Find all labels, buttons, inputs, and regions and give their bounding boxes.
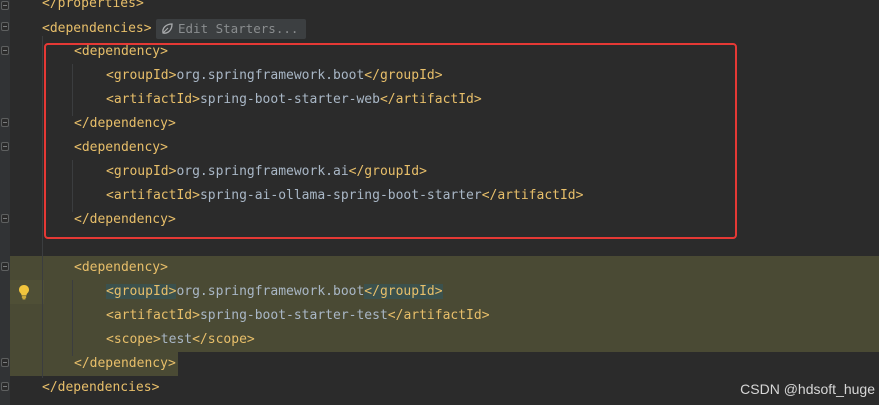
- xml-tag: <scope>: [106, 332, 161, 347]
- fold-marker[interactable]: [1, 118, 9, 127]
- code-line[interactable]: <dependencies>: [42, 17, 152, 41]
- fold-marker[interactable]: [1, 1, 9, 10]
- fold-marker[interactable]: [1, 22, 9, 31]
- xml-tag: </scope>: [192, 332, 255, 347]
- code-line[interactable]: <groupId>org.springframework.boot</group…: [106, 280, 443, 304]
- fold-marker[interactable]: [1, 382, 9, 391]
- code-line[interactable]: <scope>test</scope>: [106, 328, 255, 352]
- xml-text: org.springframework.boot: [176, 284, 365, 299]
- annotation-box: [44, 43, 737, 239]
- code-line[interactable]: </dependency>: [74, 352, 176, 376]
- xml-tag: <dependencies>: [42, 21, 152, 36]
- watermark: CSDN @hdsoft_huge: [740, 381, 875, 397]
- code-line[interactable]: </properties>: [42, 0, 144, 16]
- spring-leaf-icon: [162, 23, 173, 34]
- indent-guide: [42, 36, 43, 378]
- code-editor[interactable]: </properties> <dependencies> Edit Starte…: [0, 0, 879, 405]
- lightbulb-icon[interactable]: [17, 284, 31, 300]
- xml-tag: </dependency>: [74, 356, 176, 371]
- xml-text: test: [160, 332, 193, 347]
- fold-marker[interactable]: [1, 262, 9, 271]
- fold-marker[interactable]: [1, 214, 9, 223]
- edit-starters-button[interactable]: Edit Starters...: [156, 19, 307, 39]
- xml-tag: </artifactId>: [387, 308, 490, 323]
- fold-marker[interactable]: [1, 142, 9, 151]
- xml-text: spring-boot-starter-test: [199, 308, 388, 323]
- xml-tag: <artifactId>: [106, 308, 200, 323]
- indent-guide: [72, 280, 73, 356]
- xml-tag: <groupId>: [106, 284, 177, 299]
- xml-tag: </dependencies>: [42, 380, 160, 395]
- editor-gutter: [0, 0, 10, 405]
- fold-marker[interactable]: [1, 358, 9, 367]
- xml-tag: <dependency>: [74, 260, 168, 275]
- fold-marker[interactable]: [1, 46, 9, 55]
- code-line[interactable]: <artifactId>spring-boot-starter-test</ar…: [106, 304, 490, 328]
- code-line[interactable]: <dependency>: [74, 256, 168, 280]
- xml-tag: </groupId>: [364, 284, 443, 299]
- xml-tag: </properties>: [42, 0, 144, 11]
- edit-starters-label: Edit Starters...: [178, 21, 299, 36]
- code-line[interactable]: </dependencies>: [42, 376, 159, 400]
